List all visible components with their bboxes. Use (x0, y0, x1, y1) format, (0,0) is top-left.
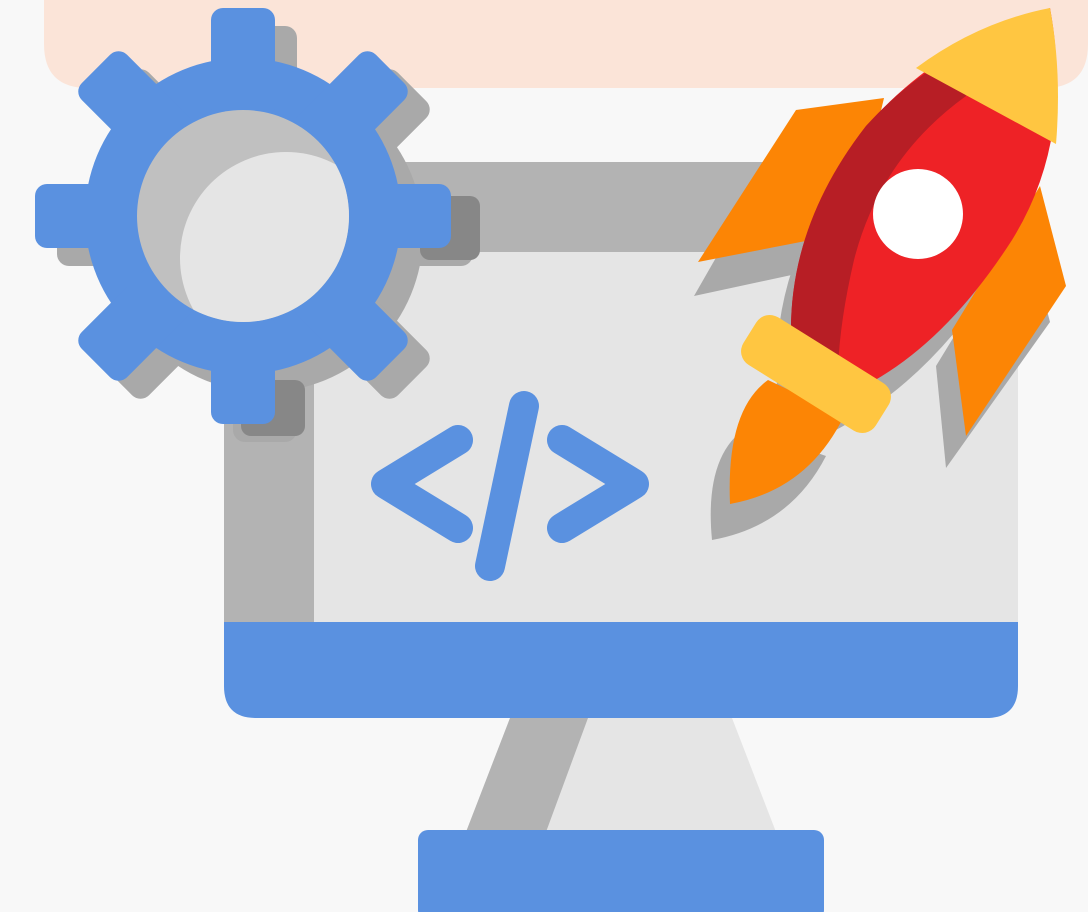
illustration-canvas (0, 0, 1088, 912)
monitor-chin (224, 622, 1018, 718)
monitor-base (418, 830, 824, 912)
rocket-window (873, 169, 963, 259)
web-development-illustration (35, 0, 1088, 912)
